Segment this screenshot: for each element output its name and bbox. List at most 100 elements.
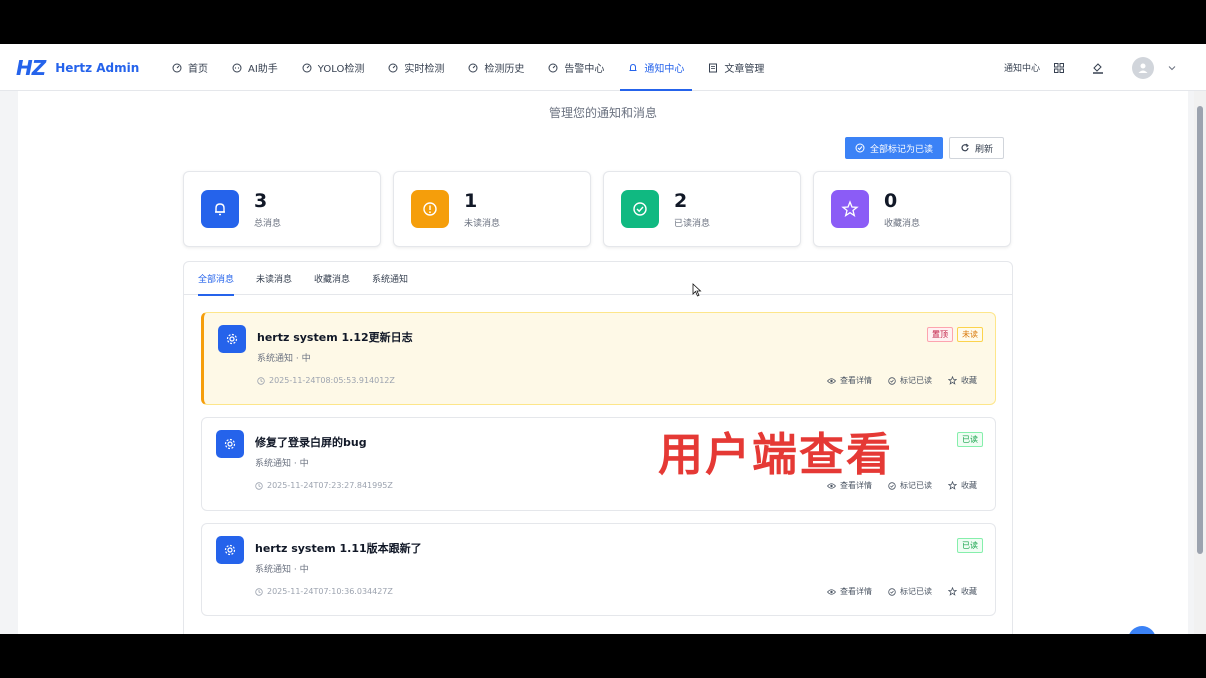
notice-title[interactable]: hertz system 1.11版本跟新了 <box>255 540 422 556</box>
favorite-button[interactable]: 收藏 <box>948 375 977 386</box>
nav-item-notifications[interactable]: 通知中心 <box>616 44 696 91</box>
favorite-label: 收藏 <box>961 587 977 596</box>
stat-card-total: 3 总消息 <box>183 171 381 247</box>
app-screen: HZ Hertz Admin 首页 AI助手 YOLO检测 实时检测 检测历史 … <box>0 44 1206 634</box>
clock-icon <box>257 376 265 385</box>
notice-time-text: 2025-11-24T07:10:36.034427Z <box>267 587 393 596</box>
eye-icon <box>827 588 836 595</box>
logo-mark: HZ <box>16 56 46 80</box>
refresh-button[interactable]: 刷新 <box>949 137 1005 159</box>
nav-item-yolo[interactable]: YOLO检测 <box>290 44 377 91</box>
tab-unread[interactable]: 未读消息 <box>256 262 292 295</box>
notice-title[interactable]: 修复了登录白屏的bug <box>255 434 367 450</box>
page-actions: 全部标记为已读 刷新 <box>845 137 1005 159</box>
bell-icon <box>629 63 637 71</box>
main-nav: 首页 AI助手 YOLO检测 实时检测 检测历史 告警中心 通知中心 文章管理 <box>160 44 776 91</box>
mark-read-button[interactable]: 标记已读 <box>888 586 932 597</box>
dashboard-icon <box>172 63 182 72</box>
notice-actions: 查看详情 标记已读 收藏 <box>827 375 977 386</box>
clock-icon <box>255 587 263 596</box>
status-badge: 已读 <box>957 538 983 553</box>
nav-item-home[interactable]: 首页 <box>160 44 220 91</box>
tab-system[interactable]: 系统通知 <box>372 262 408 295</box>
page-scrollbar[interactable] <box>1194 91 1206 634</box>
nav-label: 告警中心 <box>564 64 605 75</box>
mouse-cursor-icon <box>692 283 702 297</box>
view-details-label: 查看详情 <box>840 587 872 596</box>
mark-all-read-label: 全部标记为已读 <box>870 144 934 155</box>
notice-item[interactable]: hertz system 1.11版本跟新了 系统通知 · 中 2025-11-… <box>201 523 996 616</box>
nav-item-history[interactable]: 检测历史 <box>456 44 536 91</box>
mark-read-label: 标记已读 <box>900 376 932 385</box>
notice-meta: 系统通知 · 中 <box>257 354 311 364</box>
favorite-label: 收藏 <box>961 481 977 490</box>
refresh-icon <box>961 143 969 152</box>
check-circle-icon <box>621 190 659 228</box>
eye-icon <box>827 377 836 384</box>
breadcrumb: 通知中心 <box>1003 64 1040 74</box>
status-badge: 已读 <box>957 432 983 447</box>
gear-icon <box>216 430 244 458</box>
avatar[interactable] <box>1132 56 1154 79</box>
nav-label: 首页 <box>188 64 208 75</box>
stat-label: 未读消息 <box>464 218 501 229</box>
gear-icon <box>216 536 244 564</box>
video-letterbox-bottom <box>0 634 1206 678</box>
dashboard-icon <box>388 63 398 72</box>
view-details-button[interactable]: 查看详情 <box>827 375 872 386</box>
mark-read-button[interactable]: 标记已读 <box>888 375 932 386</box>
mark-read-button[interactable]: 标记已读 <box>888 480 932 491</box>
top-header: HZ Hertz Admin 首页 AI助手 YOLO检测 实时检测 检测历史 … <box>0 44 1206 91</box>
clock-icon <box>255 481 263 490</box>
check-circle-icon <box>888 587 896 596</box>
dashboard-icon <box>548 63 558 72</box>
stat-label: 收藏消息 <box>884 218 921 229</box>
theme-icon[interactable] <box>1092 62 1104 74</box>
logo[interactable]: HZ Hertz Admin <box>16 56 139 80</box>
overlay-caption: 用户端查看 <box>658 428 894 481</box>
nav-item-realtime[interactable]: 实时检测 <box>376 44 456 91</box>
nav-label: 通知中心 <box>644 64 685 75</box>
grid-icon[interactable] <box>1054 62 1064 73</box>
stat-value: 3 <box>254 189 268 212</box>
stat-card-favorites: 0 收藏消息 <box>813 171 1011 247</box>
stat-card-read: 2 已读消息 <box>603 171 801 247</box>
gear-icon <box>218 325 246 353</box>
nav-item-alerts[interactable]: 告警中心 <box>536 44 616 91</box>
main-content: 管理您的通知和消息 全部标记为已读 刷新 3 总消息 1 未读消息 2 已读消息… <box>18 91 1188 634</box>
favorite-button[interactable]: 收藏 <box>948 586 977 597</box>
mark-read-label: 标记已读 <box>900 481 932 490</box>
nav-item-articles[interactable]: 文章管理 <box>696 44 776 91</box>
star-icon <box>831 190 869 228</box>
notice-time: 2025-11-24T08:05:53.914012Z <box>257 376 395 385</box>
status-badge: 未读 <box>957 327 983 342</box>
star-icon <box>948 376 957 385</box>
notice-title[interactable]: hertz system 1.12更新日志 <box>257 329 413 345</box>
nav-label: AI助手 <box>248 64 278 75</box>
nav-label: 实时检测 <box>404 64 445 75</box>
tab-bar: 全部消息 未读消息 收藏消息 系统通知 <box>184 262 1012 296</box>
star-icon <box>948 481 957 490</box>
mark-all-read-button[interactable]: 全部标记为已读 <box>845 137 944 159</box>
favorite-button[interactable]: 收藏 <box>948 480 977 491</box>
tab-all[interactable]: 全部消息 <box>198 262 235 296</box>
notice-time-text: 2025-11-24T07:23:27.841995Z <box>267 481 393 490</box>
user-icon <box>1138 63 1148 73</box>
tab-favorites[interactable]: 收藏消息 <box>314 262 350 295</box>
chevron-down-icon[interactable] <box>1168 64 1176 72</box>
scrollbar-thumb[interactable] <box>1197 106 1203 554</box>
page-subtitle: 管理您的通知和消息 <box>548 106 657 120</box>
stat-label: 已读消息 <box>674 218 711 229</box>
stat-label: 总消息 <box>254 218 282 229</box>
notice-time: 2025-11-24T07:23:27.841995Z <box>255 481 393 490</box>
app-title: Hertz Admin <box>55 61 140 75</box>
view-details-label: 查看详情 <box>840 376 872 385</box>
notice-meta: 系统通知 · 中 <box>255 565 309 575</box>
notice-meta: 系统通知 · 中 <box>255 459 309 469</box>
view-details-button[interactable]: 查看详情 <box>827 586 872 597</box>
alert-circle-icon <box>411 190 449 228</box>
header-right: 通知中心 <box>1004 44 1176 91</box>
notice-item[interactable]: hertz system 1.12更新日志 系统通知 · 中 2025-11-2… <box>201 312 996 405</box>
document-icon <box>709 63 718 72</box>
nav-item-ai-assistant[interactable]: AI助手 <box>220 44 290 91</box>
